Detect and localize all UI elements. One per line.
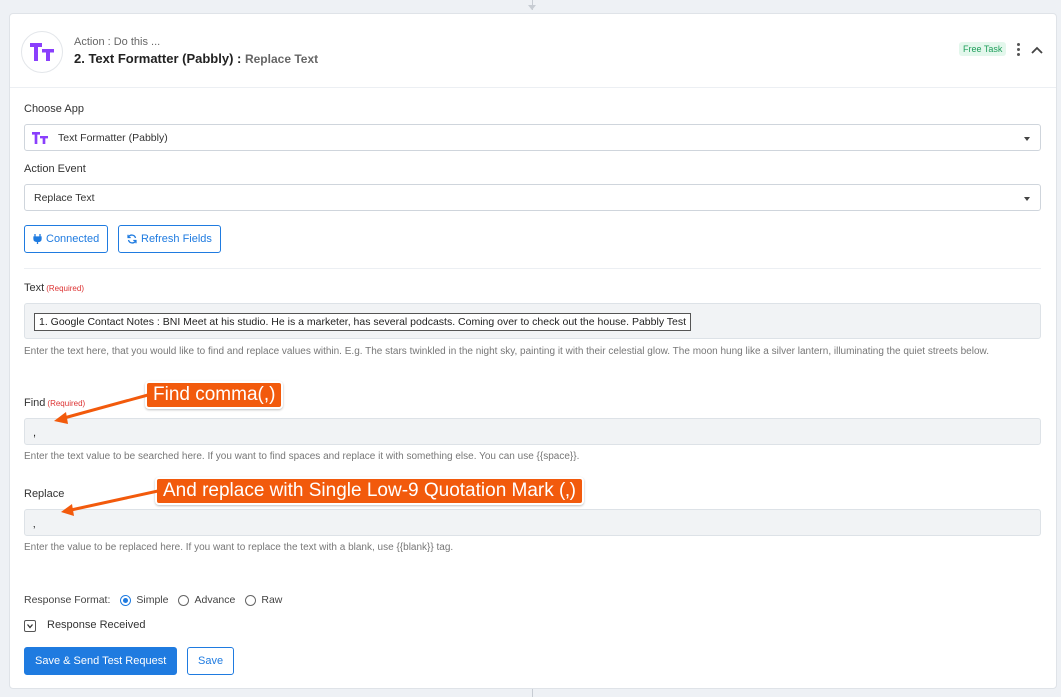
free-task-badge: Free Task: [959, 42, 1007, 56]
find-label: Find: [24, 397, 46, 409]
response-format-row: Response Format: Simple Advance Raw: [24, 594, 292, 606]
plug-icon: [33, 234, 42, 244]
action-step-card: Action : Do this ... 2. Text Formatter (…: [9, 13, 1057, 689]
tt-icon: [32, 132, 48, 144]
text-label: Text: [24, 282, 45, 294]
more-options-icon[interactable]: [1013, 43, 1023, 57]
replace-input[interactable]: ‚: [24, 509, 1041, 536]
tt-icon: [30, 43, 54, 61]
action-event-select[interactable]: Replace Text: [24, 184, 1041, 211]
action-event-value: Replace Text: [34, 192, 95, 204]
replace-value: ‚: [33, 518, 36, 530]
find-field-help: Enter the text value to be searched here…: [24, 451, 580, 462]
step-event-name: Replace Text: [244, 52, 319, 66]
response-received-label: Response Received: [47, 619, 146, 631]
choose-app-value: Text Formatter (Pabbly): [58, 132, 168, 144]
find-field-label: Find (Required): [24, 397, 85, 409]
required-tag: (Required): [47, 399, 86, 408]
find-value: ,: [33, 427, 37, 439]
text-input[interactable]: 1. Google Contact Notes : BNI Meet at hi…: [24, 303, 1041, 339]
chevron-up-icon[interactable]: [1030, 43, 1044, 57]
radio-advance[interactable]: Advance: [178, 594, 235, 606]
chevron-down-icon: [27, 624, 33, 629]
choose-app-label: Choose App: [24, 103, 84, 115]
connected-label: Connected: [46, 233, 100, 245]
refresh-fields-label: Refresh Fields: [141, 233, 212, 245]
refresh-icon: [127, 234, 137, 244]
section-divider: [24, 268, 1041, 269]
replace-callout: And replace with Single Low-9 Quotation …: [155, 477, 584, 505]
replace-arrow-line: [70, 489, 159, 512]
flow-connector-bottom: [532, 689, 533, 697]
replace-field-label: Replace: [24, 488, 65, 500]
radio-advance-label: Advance: [194, 594, 236, 606]
radio-raw-label: Raw: [261, 594, 283, 606]
step-subtitle: Action : Do this ...: [74, 36, 161, 48]
step-app-name: 2. Text Formatter (Pabbly) :: [74, 51, 242, 66]
save-button[interactable]: Save: [187, 647, 235, 675]
step-title: 2. Text Formatter (Pabbly) : Replace Tex…: [74, 51, 318, 66]
save-send-test-button[interactable]: Save & Send Test Request: [24, 647, 178, 675]
choose-app-select[interactable]: Text Formatter (Pabbly): [24, 124, 1041, 151]
connected-button[interactable]: Connected: [24, 225, 109, 253]
replace-field-help: Enter the value to be replaced here. If …: [24, 542, 454, 553]
step-header[interactable]: Action : Do this ... 2. Text Formatter (…: [10, 14, 1056, 88]
text-formatter-logo: [21, 31, 63, 73]
flow-connector-top: [528, 0, 536, 10]
radio-raw[interactable]: Raw: [245, 594, 282, 606]
find-input[interactable]: ,: [24, 418, 1041, 445]
caret-down-icon: [1024, 197, 1030, 201]
radio-simple[interactable]: Simple: [120, 594, 168, 606]
radio-unchecked-icon[interactable]: [178, 594, 190, 606]
radio-unchecked-icon[interactable]: [245, 594, 257, 606]
find-callout: Find comma(,): [145, 381, 284, 409]
text-field-help: Enter the text here, that you would like…: [24, 346, 989, 357]
radio-checked-icon[interactable]: [120, 594, 132, 606]
response-received-toggle[interactable]: [24, 620, 36, 632]
response-format-label: Response Format:: [24, 594, 111, 606]
radio-simple-label: Simple: [136, 594, 169, 606]
caret-down-icon: [1024, 137, 1030, 141]
text-value-pill[interactable]: 1. Google Contact Notes : BNI Meet at hi…: [34, 313, 692, 331]
refresh-fields-button[interactable]: Refresh Fields: [118, 225, 221, 253]
text-field-label: Text (Required): [24, 282, 84, 294]
required-tag: (Required): [46, 284, 84, 293]
action-event-label: Action Event: [24, 163, 86, 175]
